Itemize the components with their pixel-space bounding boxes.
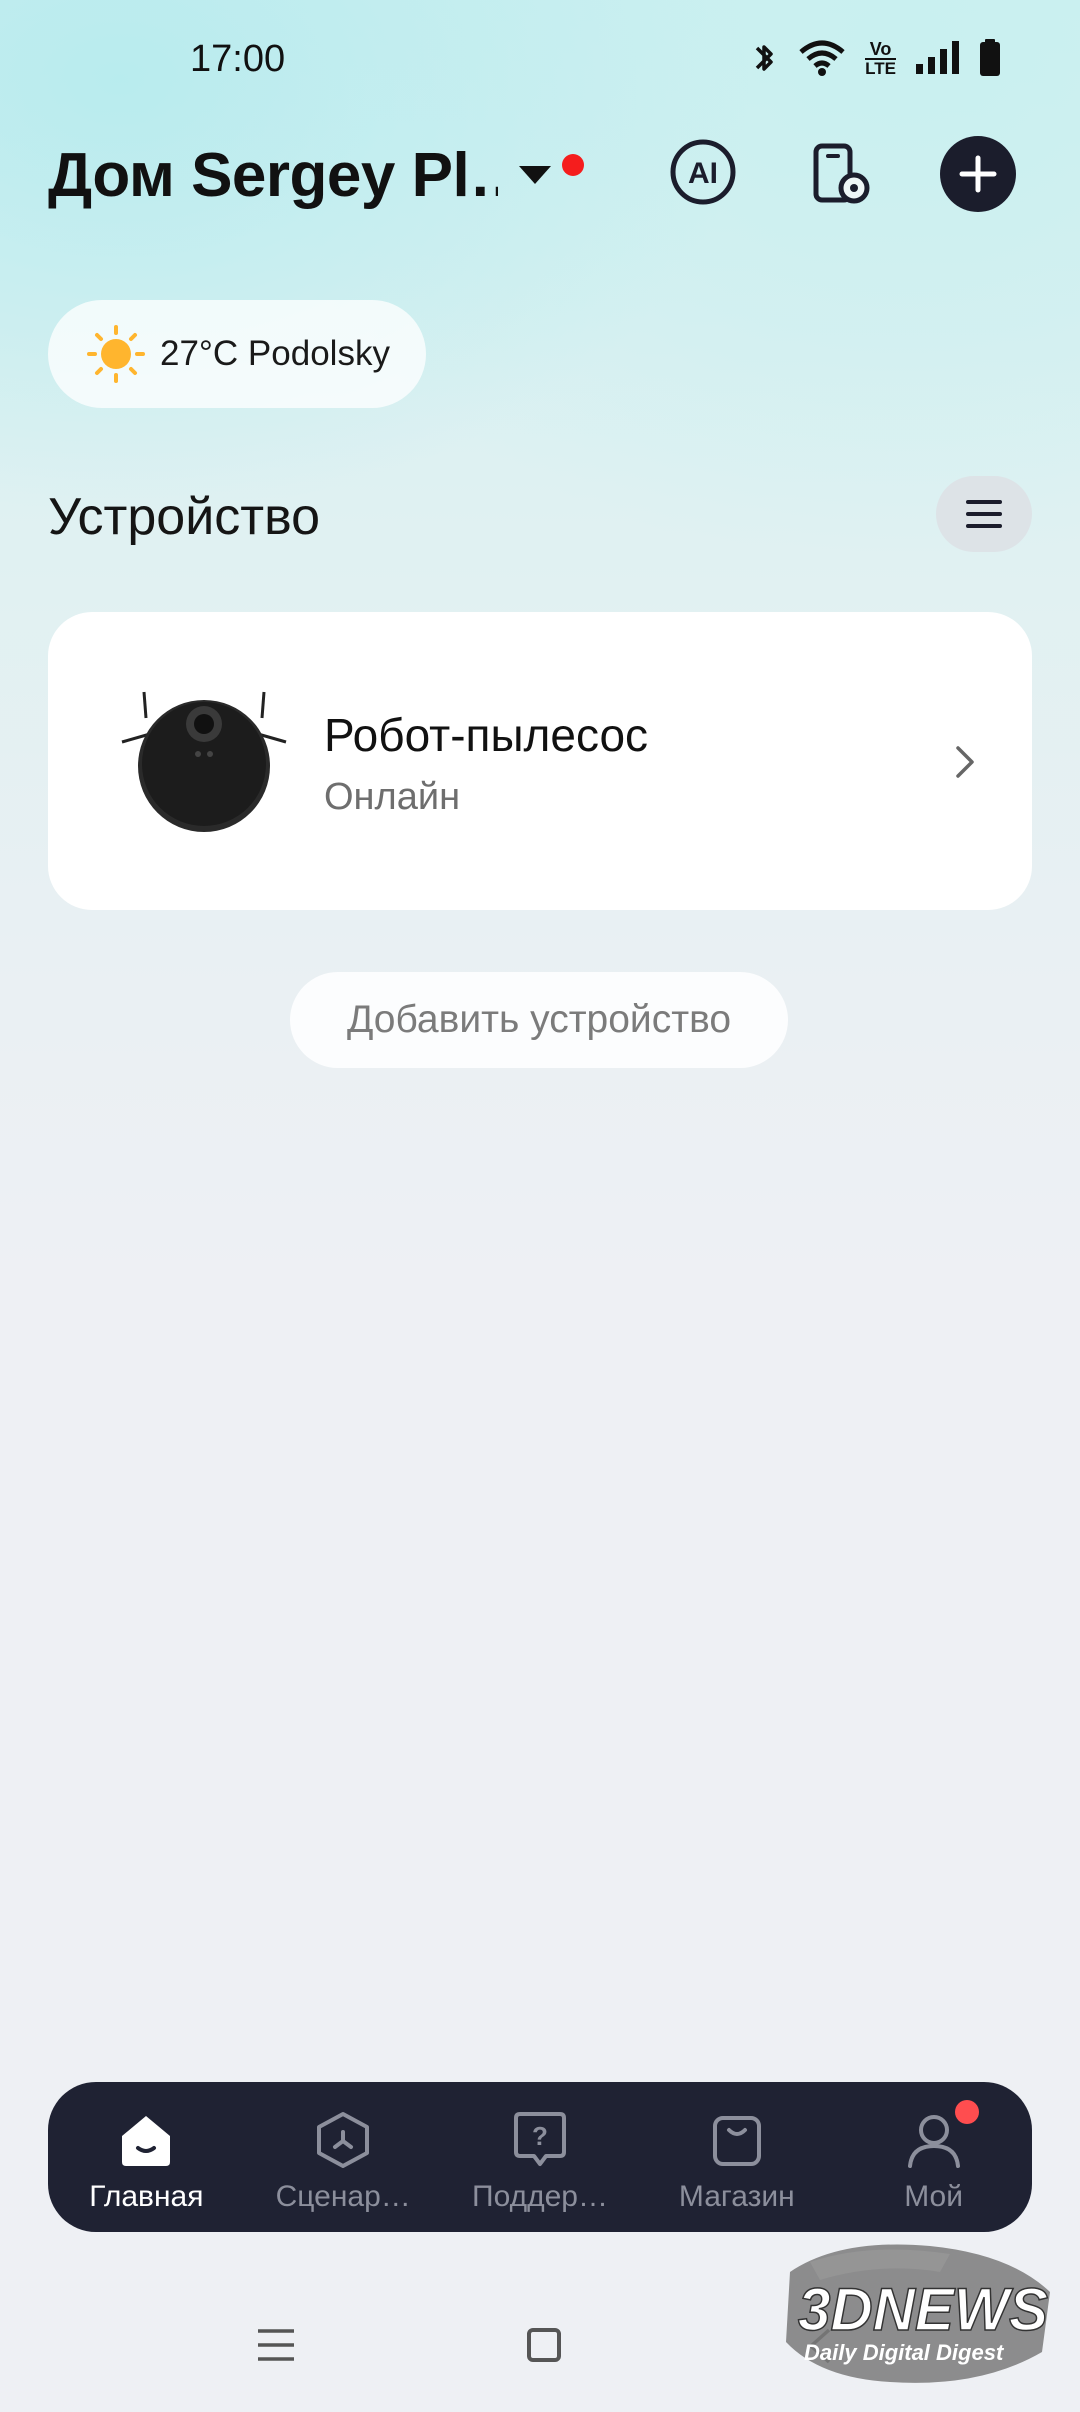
- nav-label-home: Главная: [89, 2180, 204, 2213]
- nav-item-home[interactable]: Главная: [48, 2082, 245, 2232]
- bluetooth-icon: [755, 45, 773, 71]
- chevron-right-icon: [956, 746, 974, 778]
- shop-icon: [712, 2116, 761, 2166]
- bottom-nav: Главная Сценар… ? Поддер… Магазин Мой: [48, 2082, 1032, 2232]
- add-device-button[interactable]: Добавить устройство: [290, 972, 788, 1068]
- profile-notification-badge: [955, 2100, 980, 2124]
- scenario-icon: [317, 2112, 370, 2168]
- watermark-logo: 3DNEWS Daily Digital Digest: [786, 2244, 1050, 2383]
- device-name: Робот-пылесос: [324, 709, 649, 761]
- status-time: 17:00: [190, 38, 286, 80]
- watermark-brand: 3DNEWS: [798, 2276, 1048, 2343]
- battery-icon: [980, 39, 1000, 76]
- wifi-icon: [799, 40, 845, 76]
- volte-bottom-label: LTE: [865, 57, 896, 78]
- signal-icon: [916, 41, 959, 74]
- caret-down-icon[interactable]: [515, 160, 555, 190]
- add-button[interactable]: [940, 136, 1016, 212]
- system-home-icon[interactable]: [527, 2328, 561, 2362]
- watermark-tagline: Daily Digital Digest: [804, 2340, 1005, 2365]
- home-icon: [122, 2116, 171, 2166]
- nav-item-scenarios[interactable]: Сценар…: [245, 2082, 442, 2232]
- weather-chip[interactable]: 27°C Podolsky: [48, 300, 426, 408]
- nav-label-support: Поддер…: [472, 2180, 608, 2213]
- section-title: Устройство: [48, 488, 321, 546]
- weather-text: 27°C Podolsky: [160, 334, 390, 373]
- device-card-robot-vacuum[interactable]: Робот-пылесос Онлайн: [48, 612, 1032, 910]
- device-settings-button[interactable]: [808, 140, 878, 210]
- menu-lines-icon: [966, 500, 1002, 528]
- nav-label-profile: Мой: [904, 2180, 963, 2213]
- nav-item-profile[interactable]: Мой: [835, 2082, 1032, 2232]
- svg-text:?: ?: [532, 2121, 548, 2151]
- nav-label-shop: Магазин: [678, 2180, 795, 2213]
- sun-icon: [87, 325, 145, 383]
- volte-icon: Vo LTE: [865, 40, 896, 77]
- ai-icon: AI: [670, 139, 736, 205]
- notification-dot: [562, 154, 584, 176]
- system-recents-icon[interactable]: [256, 2326, 296, 2364]
- list-view-button[interactable]: [936, 476, 1032, 552]
- volte-top-label: Vo: [869, 38, 892, 59]
- status-icons: Vo LTE: [749, 38, 1002, 78]
- home-selector-title[interactable]: Дом Sergey Pl…: [48, 140, 498, 211]
- nav-item-shop[interactable]: Магазин: [638, 2082, 835, 2232]
- nav-label-scenarios: Сценар…: [275, 2180, 411, 2213]
- phone-gear-icon: [813, 143, 870, 204]
- device-status: Онлайн: [324, 776, 461, 818]
- robot-vacuum-image: [121, 691, 287, 832]
- ai-assistant-button[interactable]: AI: [668, 137, 738, 207]
- support-icon: ?: [513, 2112, 566, 2166]
- ai-label: AI: [688, 157, 718, 190]
- plus-icon: [959, 155, 997, 193]
- nav-item-support[interactable]: ? Поддер…: [442, 2082, 639, 2232]
